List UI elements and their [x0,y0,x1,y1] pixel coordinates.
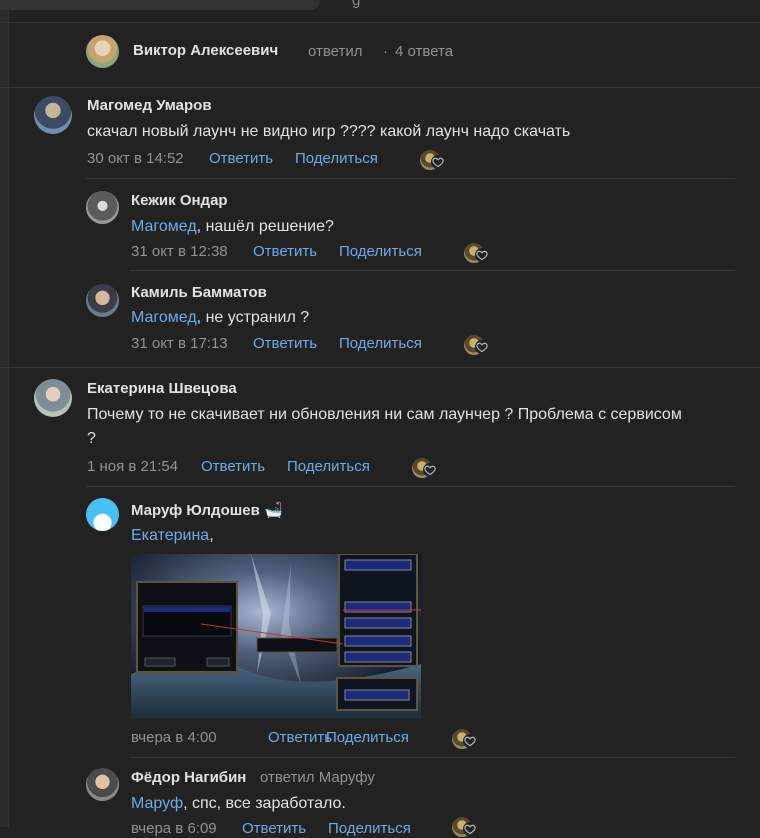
like-button[interactable] [419,149,447,171]
share-button[interactable]: Поделиться [339,243,422,260]
reply-button[interactable]: Ответить [209,150,273,167]
reply-button[interactable]: Ответить [201,458,265,475]
like-button[interactable] [463,242,491,264]
heart-icon [463,734,477,748]
thread-replies-count[interactable]: 4 ответа [395,43,453,60]
top-hint-text: g [352,0,361,9]
comment-text: , [209,527,214,544]
mention-link[interactable]: Магомед [131,218,197,235]
heart-icon [423,463,437,477]
like-button[interactable] [451,728,479,750]
comment-time[interactable]: 31 окт в 12:38 [131,243,228,260]
mention-link[interactable]: Магомед [131,309,197,326]
comment-time[interactable]: вчера в 4:00 [131,729,217,746]
comment-text-row: Магомед, не устранил ? [131,306,731,330]
reply-button[interactable]: Ответить [242,820,306,837]
comment-author-row: Маруф Юлдошев 🛁 [131,501,283,519]
comment-time[interactable]: 31 окт в 17:13 [131,335,228,352]
share-button[interactable]: Поделиться [328,820,411,837]
comment-author[interactable]: Фёдор Нагибин [131,769,246,786]
share-button[interactable]: Поделиться [287,458,370,475]
game-launcher-image [131,554,421,719]
thread-replied-label: ответил [308,43,363,60]
like-button[interactable] [411,457,439,479]
avatar-fedor[interactable] [86,768,119,801]
heart-icon [475,340,489,354]
heart-icon [475,248,489,262]
divider [0,367,760,368]
comment-text-row: Магомед, нашёл решение? [131,215,731,239]
screenshot-attachment[interactable] [131,554,421,719]
heart-icon [431,155,445,169]
comment-author[interactable]: Екатерина Швецова [87,380,237,397]
avatar-ekaterina[interactable] [34,379,72,417]
comment-author[interactable]: Маруф Юлдошев [131,502,260,519]
avatar-kezhik[interactable] [86,191,119,224]
share-button[interactable]: Поделиться [295,150,378,167]
divider [86,486,735,487]
divider [86,178,735,179]
like-button[interactable] [463,334,491,356]
avatar-kamil[interactable] [86,284,119,317]
avatar-viktor[interactable] [86,35,119,68]
comment-time[interactable]: 30 окт в 14:52 [87,150,184,167]
divider [130,757,735,758]
comment-text-row: Екатерина, [131,524,731,548]
comment-time[interactable]: 1 ноя в 21:54 [87,458,178,475]
share-button[interactable]: Поделиться [339,335,422,352]
thread-dot: · [383,43,388,60]
comment-time[interactable]: вчера в 6:09 [131,820,217,837]
comment-text: , спс, все заработало. [183,795,346,812]
heart-icon [463,822,477,836]
top-input-field[interactable] [0,0,320,10]
left-rail [0,0,9,827]
comment-author[interactable]: Магомед Умаров [87,97,212,114]
share-button[interactable]: Поделиться [326,729,409,746]
like-button[interactable] [451,816,479,838]
reply-button[interactable]: Ответить [268,729,332,746]
comment-text: , не устранил ? [196,309,310,326]
comment-author[interactable]: Кежик Ондар [131,192,228,209]
comment-text-row: Маруф, спс, все заработало. [131,792,731,816]
comment-text: , нашёл решение? [196,218,334,235]
mention-link[interactable]: Екатерина [131,527,209,544]
comment-author[interactable]: Камиль Бамматов [131,284,267,301]
thread-author[interactable]: Виктор Алексеевич [133,42,278,59]
avatar-maruf[interactable] [86,498,119,531]
comment-text: Почему то не скачивает ни обновления ни … [87,406,682,447]
avatar-magomed[interactable] [34,96,72,134]
top-bar: g [0,0,760,24]
mention-link[interactable]: Маруф [131,795,183,812]
divider [0,87,760,88]
reply-button[interactable]: Ответить [253,335,317,352]
replied-to[interactable]: ответил Маруфу [260,769,375,786]
bathtub-emoji-icon: 🛁 [263,502,283,519]
reply-button[interactable]: Ответить [253,243,317,260]
comment-text: скачал новый лаунч не видно игр ???? как… [87,123,571,140]
top-divider [0,22,760,23]
divider [130,270,735,271]
